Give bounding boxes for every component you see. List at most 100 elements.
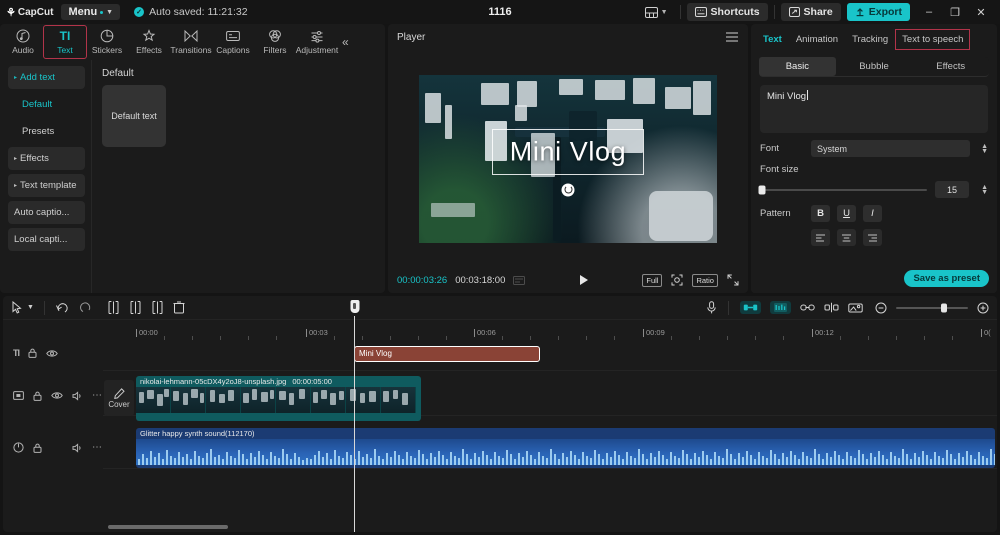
ratio-button[interactable]: Ratio (692, 273, 718, 287)
tab-tracking[interactable]: Tracking (846, 30, 894, 49)
tab-filters[interactable]: Filters (254, 26, 296, 58)
adjustment-sliders-icon (310, 29, 324, 43)
timeline-zoom-slider[interactable] (896, 303, 968, 312)
split-icon[interactable] (107, 301, 120, 314)
timecode-mode-icon[interactable] (513, 275, 526, 285)
play-icon[interactable] (579, 275, 588, 285)
volume-icon[interactable] (72, 442, 83, 453)
split-left-icon[interactable] (129, 301, 142, 314)
tab-adjustment[interactable]: Adjustment (296, 26, 338, 58)
default-text-card[interactable]: Default text (102, 85, 166, 147)
font-size-slider[interactable] (758, 185, 928, 194)
font-size-label: Font size (760, 164, 799, 175)
segment-bubble[interactable]: Bubble (836, 57, 913, 76)
shortcuts-button[interactable]: Shortcuts (686, 3, 768, 21)
auto-beat-icon[interactable] (770, 301, 791, 314)
align-center-icon[interactable] (837, 229, 856, 246)
select-cursor-icon[interactable] (11, 301, 23, 314)
tab-text[interactable]: TI Text (43, 25, 87, 59)
font-select[interactable]: System (811, 140, 971, 157)
timeline-ruler[interactable]: 00:00 00:03 00:06 00:09 00:12 0( (3, 320, 997, 340)
tab-text-to-speech[interactable]: Text to speech (895, 28, 971, 50)
italic-button[interactable]: I (863, 205, 882, 222)
power-icon[interactable] (13, 442, 24, 453)
video-preview[interactable]: Mini Vlog (419, 74, 717, 243)
lock-icon[interactable] (28, 348, 37, 358)
tab-label: Filters (263, 45, 287, 55)
hamburger-icon[interactable] (725, 31, 739, 43)
maximize-button[interactable]: ❐ (942, 1, 968, 23)
link-icon[interactable] (800, 302, 815, 313)
zoom-slider-knob[interactable] (940, 303, 947, 312)
split-right-icon[interactable] (151, 301, 164, 314)
delete-icon[interactable] (173, 301, 185, 314)
eye-icon[interactable] (46, 349, 58, 358)
font-size-value[interactable]: 15 (935, 181, 970, 198)
more-icon[interactable]: ⋯ (92, 442, 103, 453)
mirror-icon[interactable] (824, 302, 839, 313)
chevron-right-icon: ▸ (14, 183, 18, 189)
eye-icon[interactable] (51, 391, 63, 400)
rotate-handle[interactable] (561, 183, 575, 197)
save-as-preset-button[interactable]: Save as preset (904, 270, 989, 287)
preview-text-overlay[interactable]: Mini Vlog (510, 136, 626, 167)
undo-icon[interactable] (55, 302, 69, 314)
full-button[interactable]: Full (642, 273, 663, 287)
close-button[interactable]: ✕ (968, 1, 994, 23)
segment-effects[interactable]: Effects (912, 57, 989, 76)
lock-icon[interactable] (33, 391, 42, 401)
ruler-label: 00:09 (643, 329, 665, 337)
track-header-audio: ⋯ (3, 442, 103, 453)
cover-frame-icon[interactable] (848, 302, 863, 314)
tab-transitions[interactable]: Transitions (170, 26, 212, 58)
cover-button[interactable]: Cover (104, 380, 134, 416)
volume-icon[interactable] (72, 390, 83, 401)
tab-effects[interactable]: Effects (128, 26, 170, 58)
nav-item-presets[interactable]: Presets (8, 120, 85, 143)
collapse-panel-button[interactable]: « (342, 35, 349, 49)
auto-clip-icon[interactable] (740, 301, 761, 314)
segment-basic[interactable]: Basic (759, 57, 836, 76)
align-left-icon[interactable] (811, 229, 830, 246)
zoom-in-icon[interactable] (977, 302, 989, 314)
nav-item-default[interactable]: Default (8, 93, 85, 116)
lock-icon[interactable] (33, 443, 42, 453)
microphone-icon[interactable] (706, 301, 717, 314)
redo-icon[interactable] (78, 301, 92, 314)
nav-item-local-captions[interactable]: Local capti... (8, 228, 85, 251)
slider-knob[interactable] (758, 185, 766, 194)
export-button[interactable]: Export (846, 3, 910, 21)
text-clip[interactable]: Mini Vlog (354, 346, 540, 362)
tab-stickers[interactable]: Stickers (86, 26, 128, 58)
tab-audio[interactable]: Audio (2, 26, 44, 58)
underline-button[interactable]: U (837, 205, 856, 222)
font-size-stepper[interactable]: ▲ ▼ (981, 184, 988, 196)
nav-item-effects[interactable]: ▸ Effects (8, 147, 85, 170)
layout-button[interactable]: ▼ (639, 5, 674, 20)
minimize-button[interactable]: – (916, 1, 942, 23)
tab-animation[interactable]: Animation (790, 30, 844, 49)
tab-captions[interactable]: Captions (212, 26, 254, 58)
tab-label: Transitions (170, 45, 212, 55)
bold-button[interactable]: B (811, 205, 830, 222)
nav-item-add-text[interactable]: ▸ Add text (8, 66, 85, 89)
tab-text-properties[interactable]: Text (757, 30, 788, 49)
align-right-icon[interactable] (863, 229, 882, 246)
fullscreen-icon[interactable] (727, 274, 739, 286)
font-stepper[interactable]: ▲ ▼ (981, 143, 988, 155)
menu-button[interactable]: Menu ▼ (61, 4, 121, 20)
more-icon[interactable]: ⋯ (92, 390, 103, 401)
chevron-down-icon[interactable]: ▼ (27, 304, 34, 311)
audio-clip[interactable]: Glitter happy synth sound(112170) (136, 428, 995, 468)
video-clip[interactable]: nikolai-lehmann-05cDX4y2oJ8-unsplash.jpg… (136, 376, 421, 421)
app-logo: ⚘ CapCut (6, 6, 61, 19)
fit-screen-icon[interactable] (671, 274, 683, 286)
nav-item-auto-captions[interactable]: Auto captio... (8, 201, 85, 224)
export-upload-icon (856, 8, 864, 17)
share-button[interactable]: Share (780, 3, 841, 21)
nav-item-text-template[interactable]: ▸ Text template (8, 174, 85, 197)
horizontal-scrollbar[interactable] (108, 525, 228, 529)
zoom-out-icon[interactable] (875, 302, 887, 314)
text-content-input[interactable]: Mini Vlog (760, 85, 988, 133)
text-track-lane: Mini Vlog (136, 346, 997, 364)
